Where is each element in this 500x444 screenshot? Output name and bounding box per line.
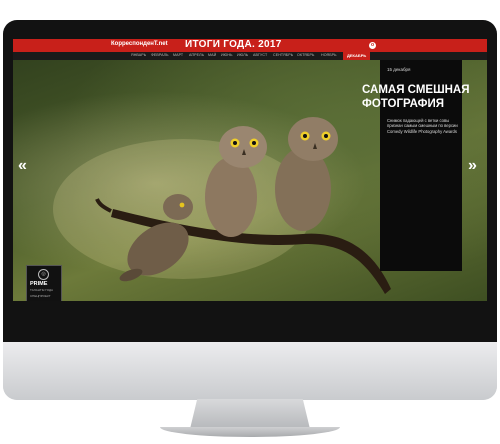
header-logo-icon[interactable]: o <box>369 42 376 49</box>
prime-badge[interactable]: ◎ PRIME ТАЛАНТЫ ГОДА СПЕЦПРОЕКТ <box>26 265 62 301</box>
nav-item-march[interactable]: МАРТ <box>173 53 183 57</box>
monitor-stand-foot <box>160 427 340 437</box>
nav-item-august[interactable]: АВГУСТ <box>253 53 267 57</box>
nav-item-february[interactable]: ФЕВРАЛЬ <box>151 53 169 57</box>
nav-item-may[interactable]: МАЙ <box>208 53 216 57</box>
nav-item-november[interactable]: НОЯБРЬ <box>321 53 337 57</box>
monitor-stand-neck <box>190 399 310 429</box>
nav-item-september[interactable]: СЕНТЯБРЬ <box>273 53 293 57</box>
brand-logo[interactable]: КорреспонденТ.net <box>111 41 168 47</box>
nav-item-january[interactable]: ЯНВАРЬ <box>131 53 146 57</box>
site-header: КорреспонденТ.net ИТОГИ ГОДА. 2017 o <box>13 39 487 52</box>
story-date: 15 декабря <box>387 67 411 72</box>
nav-item-june[interactable]: ИЮНЬ <box>221 53 233 57</box>
badge-subtitle: ТАЛАНТЫ ГОДА <box>30 288 54 292</box>
nav-item-october[interactable]: ОКТЯБРЬ <box>297 53 314 57</box>
nav-item-december[interactable]: ДЕКАБРЬ <box>343 52 371 60</box>
story-description: Снимок падающей с ветки совы признан сам… <box>387 118 458 134</box>
website-screen: КорреспонденТ.net ИТОГИ ГОДА. 2017 o ЯНВ… <box>13 39 487 301</box>
page-title: ИТОГИ ГОДА. 2017 <box>185 39 282 50</box>
prime-logo-icon: ◎ <box>38 269 49 280</box>
prev-slide-arrow-icon[interactable]: « <box>18 157 27 175</box>
badge-subtitle-2: СПЕЦПРОЕКТ <box>30 294 51 298</box>
next-slide-arrow-icon[interactable]: » <box>468 157 477 175</box>
monitor-chin <box>3 342 497 400</box>
badge-title: PRIME <box>30 281 48 287</box>
story-headline[interactable]: САМАЯ СМЕШНАЯ ФОТОГРАФИЯ <box>362 83 482 111</box>
nav-item-april[interactable]: АПРЕЛЬ <box>189 53 204 57</box>
month-nav: ЯНВАРЬ ФЕВРАЛЬ МАРТ АПРЕЛЬ МАЙ ИЮНЬ ИЮЛЬ… <box>13 52 487 60</box>
nav-item-july[interactable]: ИЮЛЬ <box>237 53 248 57</box>
